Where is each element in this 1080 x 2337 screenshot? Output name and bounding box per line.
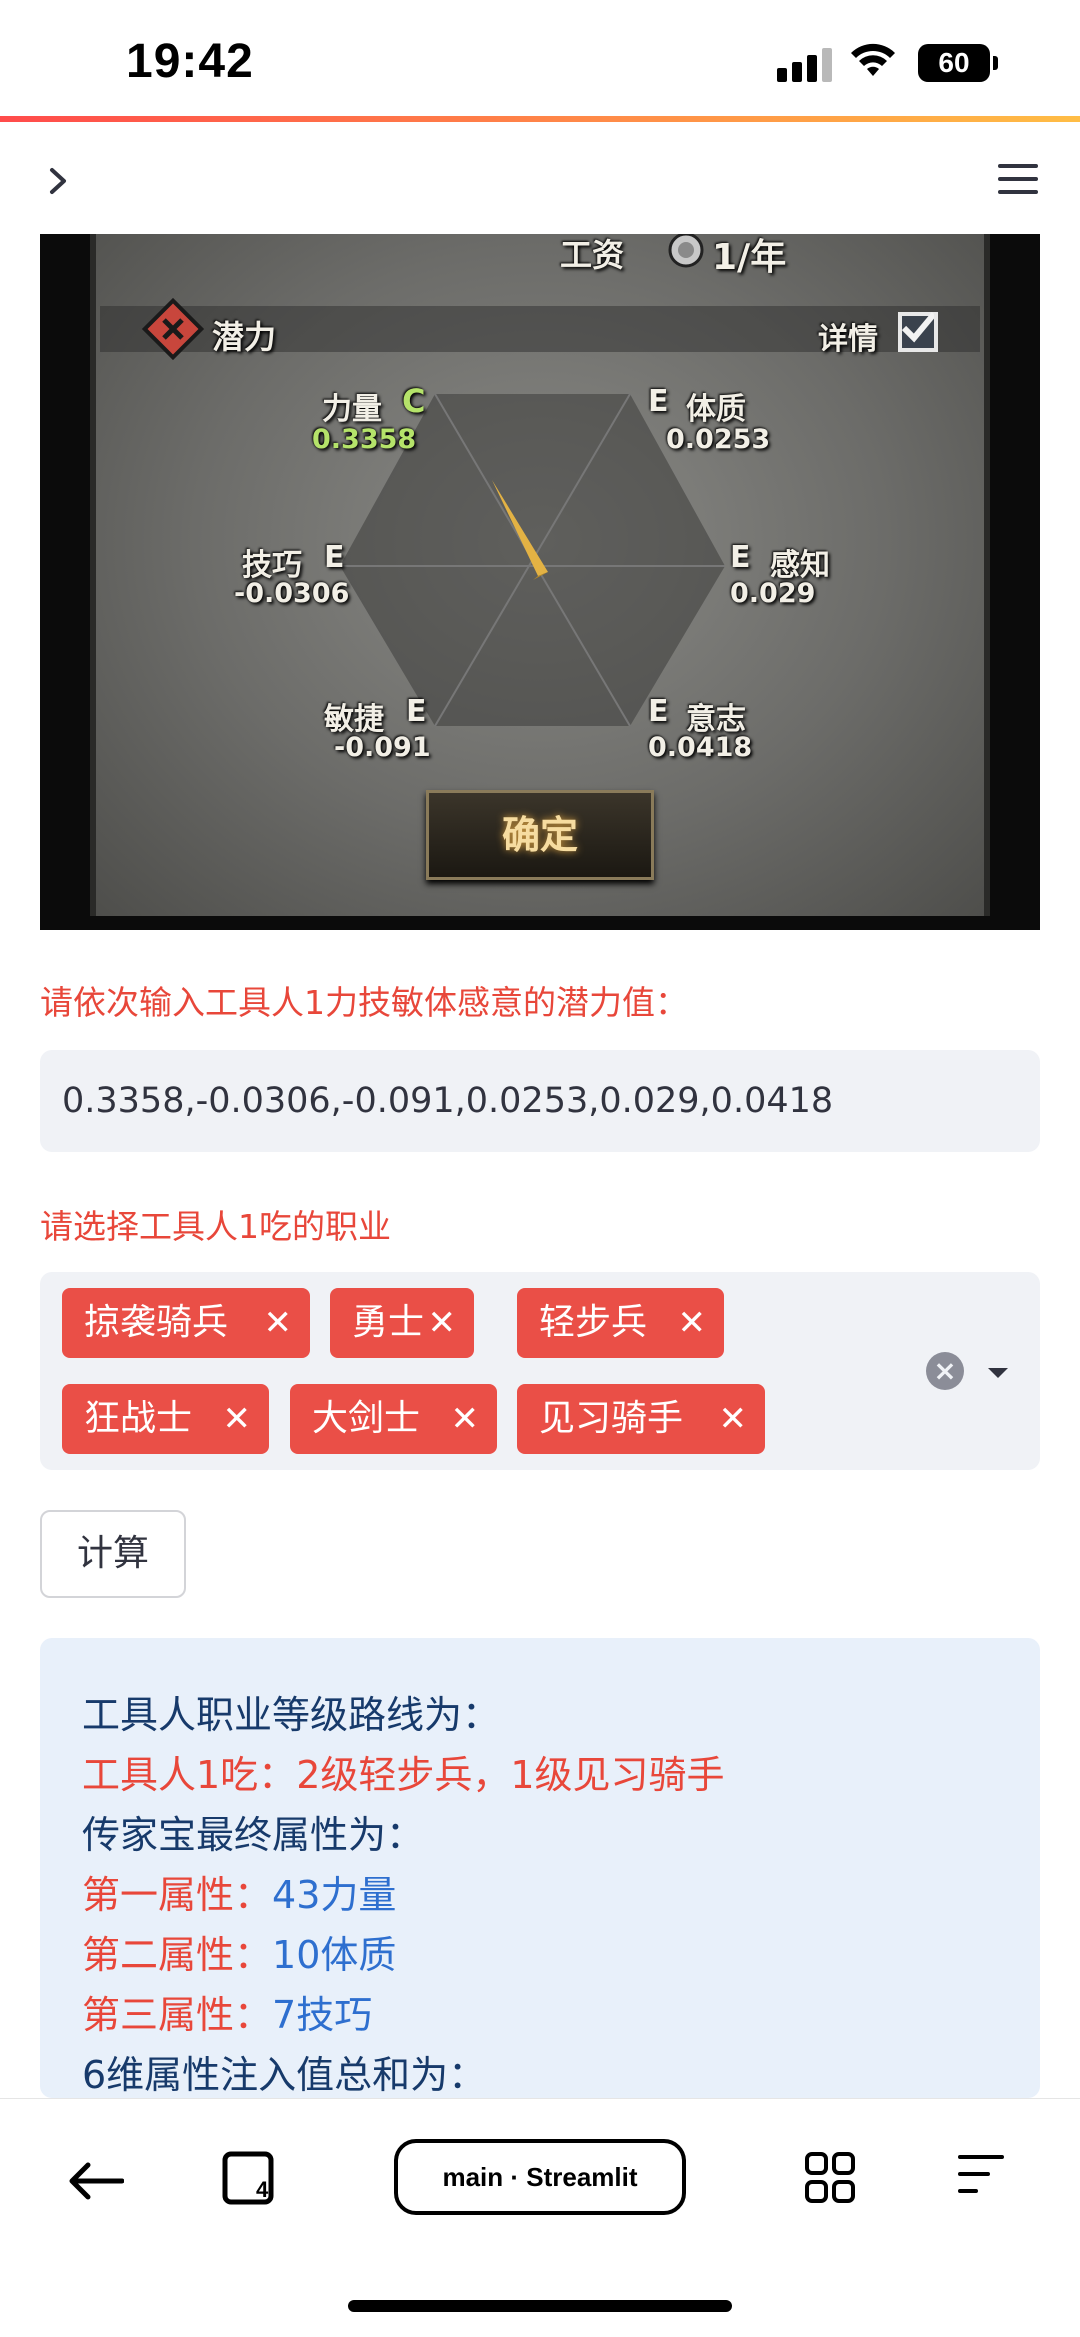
- stat-agility-value: -0.091: [334, 732, 431, 763]
- job-tag-label: 轻步兵: [539, 1302, 648, 1343]
- potential-input[interactable]: 0.3358,-0.0306,-0.091,0.0253,0.029,0.041…: [40, 1050, 1040, 1152]
- job-tag[interactable]: 掠袭骑兵 ✕: [62, 1288, 310, 1358]
- route-prefix: 工具人1吃：: [82, 1753, 297, 1797]
- final-attributes-title: 传家宝最终属性为：: [82, 1813, 425, 1857]
- clear-all-icon[interactable]: ×: [926, 1352, 964, 1390]
- stat-constitution-grade: E: [648, 384, 669, 419]
- stat-strength-value: 0.3358: [312, 424, 417, 455]
- stat-will-value: 0.0418: [648, 732, 753, 763]
- stat-strength-name: 力量: [322, 392, 382, 427]
- sidebar-expand-chevron-icon[interactable]: [46, 166, 70, 196]
- potential-input-label: 请依次输入工具人1力技敏体感意的潜力值：: [40, 983, 688, 1022]
- result-info-box: 工具人职业等级路线为： 工具人1吃：2级轻步兵，1级见习骑手 传家宝最终属性为：…: [40, 1638, 1040, 2098]
- attribute-value: 10体质: [272, 1933, 397, 1977]
- back-arrow-icon[interactable]: [68, 2161, 124, 2201]
- job-tag[interactable]: 轻步兵 ✕: [517, 1288, 724, 1358]
- stat-will-grade: E: [648, 694, 669, 729]
- status-bar: 19:42 60: [0, 0, 1080, 118]
- attribute-line: 第一属性：43力量: [82, 1864, 396, 1919]
- stat-perception-value: 0.029: [730, 578, 816, 609]
- job-multiselect[interactable]: 掠袭骑兵 ✕ 勇士 ✕ 轻步兵 ✕ 狂战士 ✕ 大剑士 ✕ 见习骑手 ✕ ×: [40, 1272, 1040, 1470]
- remove-tag-icon[interactable]: ✕: [451, 1384, 480, 1454]
- attribute-label: 第二属性：: [82, 1933, 273, 1977]
- job-select-label: 请选择工具人1吃的职业: [40, 1207, 391, 1246]
- stat-agility-grade: E: [406, 694, 427, 729]
- stat-perception-grade: E: [730, 540, 751, 575]
- remove-tag-icon[interactable]: ✕: [223, 1384, 252, 1454]
- attribute-label: 第三属性：: [82, 1993, 273, 2037]
- svg-text:4: 4: [256, 2177, 269, 2202]
- job-tag-label: 大剑士: [312, 1398, 421, 1439]
- grid-apps-icon[interactable]: [804, 2151, 856, 2205]
- stat-constitution-value: 0.0253: [666, 424, 771, 455]
- route-line: 工具人1吃：2级轻步兵，1级见习骑手: [82, 1744, 725, 1799]
- stat-strength-grade: C: [402, 382, 426, 420]
- remove-tag-icon[interactable]: ✕: [428, 1288, 457, 1358]
- job-tag-label: 掠袭骑兵: [84, 1302, 229, 1343]
- cellular-signal-icon: [777, 46, 833, 82]
- job-tag-label: 勇士: [352, 1302, 425, 1343]
- stat-skill-value: -0.0306: [234, 578, 350, 609]
- sum-title: 6维属性注入值总和为：: [82, 2053, 487, 2097]
- job-tag[interactable]: 勇士 ✕: [330, 1288, 474, 1358]
- job-tag-label: 见习骑手: [539, 1398, 684, 1439]
- attribute-line: 第二属性：10体质: [82, 1924, 396, 1979]
- game-confirm-button: 确定: [426, 790, 654, 880]
- battery-icon: 60: [918, 44, 990, 82]
- tabs-icon[interactable]: 4: [222, 2151, 274, 2205]
- stat-constitution-name: 体质: [686, 392, 746, 427]
- status-time: 19:42: [126, 35, 254, 88]
- attribute-line: 第三属性：7技巧: [82, 1984, 372, 2039]
- attribute-value: 7技巧: [272, 1993, 373, 2037]
- job-tag[interactable]: 大剑士 ✕: [290, 1384, 497, 1454]
- menu-lines-icon[interactable]: [958, 2153, 1004, 2195]
- route-title: 工具人职业等级路线为：: [82, 1693, 501, 1737]
- dropdown-caret-icon[interactable]: [988, 1368, 1008, 1378]
- battery-tip: [993, 56, 998, 70]
- wifi-icon: [851, 43, 895, 76]
- attribute-value: 43力量: [272, 1873, 397, 1917]
- remove-tag-icon[interactable]: ✕: [719, 1384, 748, 1454]
- route-value: 2级轻步兵，1级见习骑手: [296, 1753, 725, 1797]
- stat-skill-grade: E: [324, 540, 345, 575]
- url-address-bar[interactable]: main · Streamlit: [394, 2139, 686, 2215]
- job-tag[interactable]: 狂战士 ✕: [62, 1384, 269, 1454]
- app-header: [0, 122, 1080, 234]
- job-tag[interactable]: 见习骑手 ✕: [517, 1384, 765, 1454]
- job-tag-label: 狂战士: [84, 1398, 193, 1439]
- calculate-button[interactable]: 计算: [40, 1510, 186, 1598]
- main-menu-icon[interactable]: [998, 164, 1040, 196]
- attribute-label: 第一属性：: [82, 1873, 273, 1917]
- home-indicator: [348, 2300, 732, 2312]
- remove-tag-icon[interactable]: ✕: [678, 1288, 707, 1358]
- remove-tag-icon[interactable]: ✕: [264, 1288, 293, 1358]
- game-screenshot: 工资 1/年 潜力 详情 力量 C 0.3358 E 体质 0.0253 技巧 …: [40, 234, 1040, 930]
